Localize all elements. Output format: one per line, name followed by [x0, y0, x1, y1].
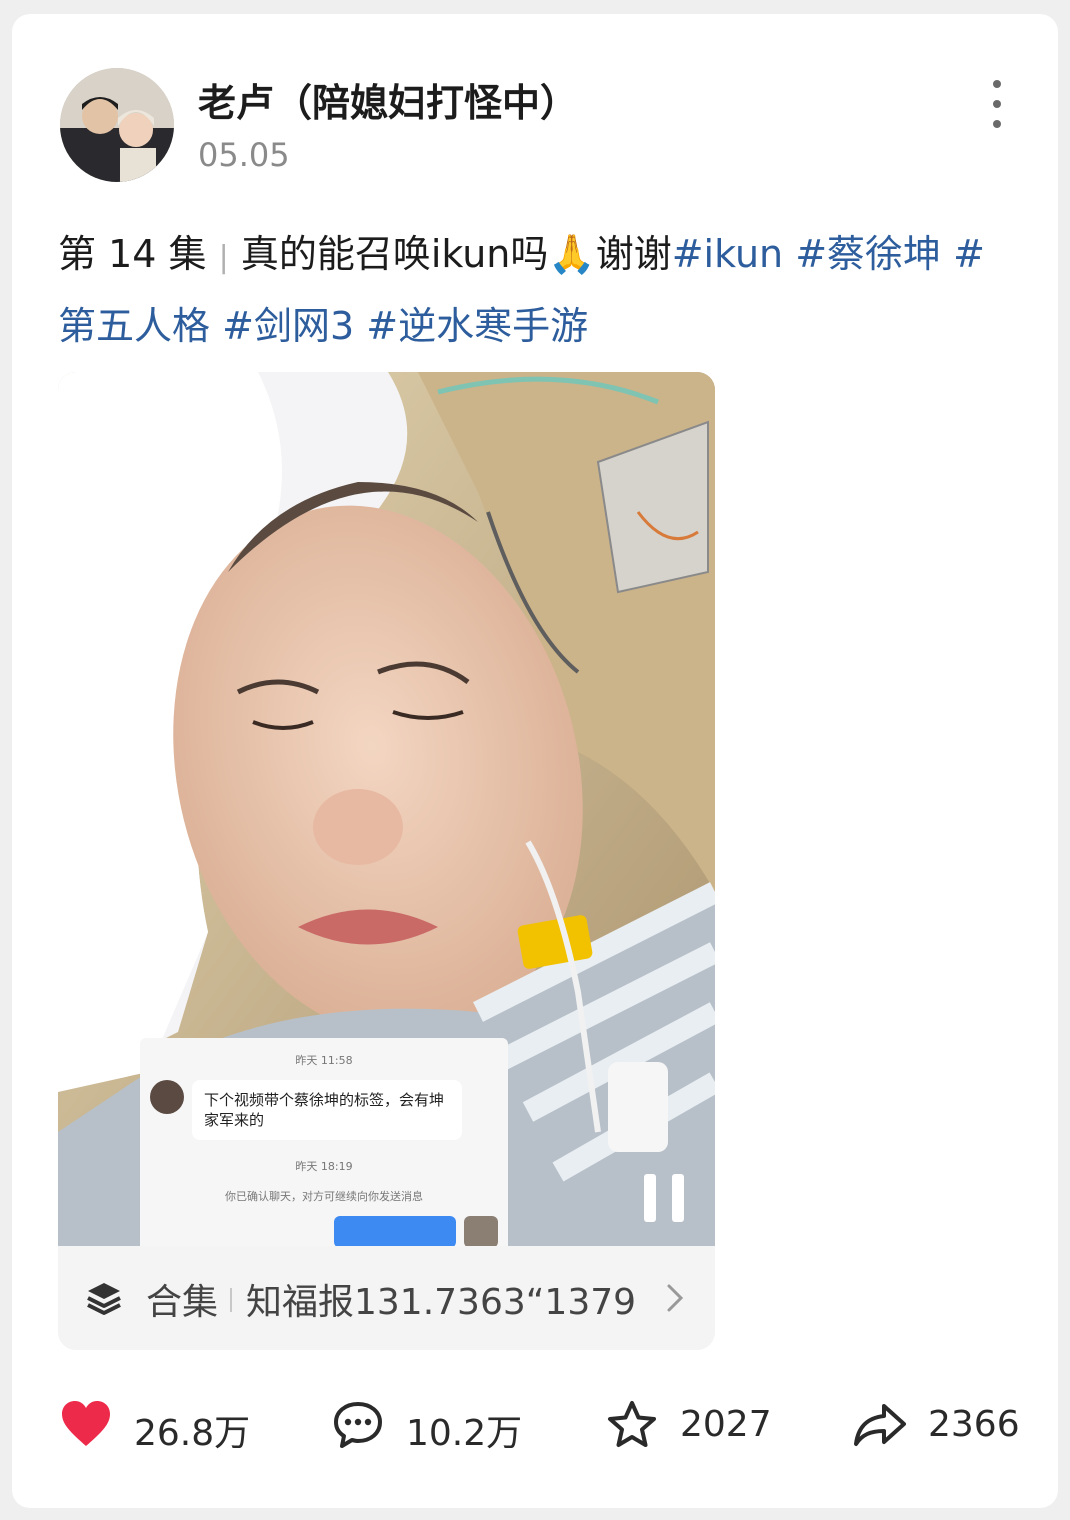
pause-icon[interactable]: [642, 1174, 686, 1222]
collection-bar[interactable]: 合集 知福报131.7363“1379: [58, 1246, 715, 1350]
video-frame[interactable]: 昨天 11:58 下个视频带个蔡徐坤的标签，会有坤家军来的 昨天 18:19 你…: [58, 372, 715, 1246]
collection-label: 合集: [146, 1282, 219, 1323]
chat-time-1: 昨天 11:58: [295, 1054, 353, 1067]
chat-sender-avatar: [150, 1080, 184, 1114]
like-button[interactable]: 26.8万: [60, 1386, 280, 1466]
hashtag-ikun[interactable]: #ikun: [672, 232, 783, 276]
chevron-right-icon: [667, 1284, 684, 1312]
post-card: 老卢（陪媳妇打怪中） 05.05 第 14 集 | 真的能召唤ikun吗🙏谢谢#…: [12, 14, 1058, 1508]
heart-icon: [62, 1401, 110, 1446]
author-name[interactable]: 老卢（陪媳妇打怪中）: [198, 72, 578, 127]
comment-count: 10.2万: [406, 1413, 523, 1454]
comment-icon: [334, 1402, 382, 1448]
caption-separator: |: [218, 240, 229, 275]
chat-message: 下个视频带个蔡徐坤的标签，会有坤家军来的: [192, 1080, 462, 1140]
post-date: 05.05: [198, 136, 290, 174]
favorite-count: 2027: [680, 1404, 772, 1445]
star-icon: [608, 1401, 656, 1447]
share-icon: [854, 1404, 906, 1446]
share-count: 2366: [928, 1404, 1020, 1445]
chat-time-2: 昨天 18:19: [295, 1160, 353, 1173]
chat-reply-avatar: [464, 1216, 498, 1246]
chat-reply-bubble: [334, 1216, 456, 1246]
comment-button[interactable]: 10.2万: [332, 1386, 552, 1466]
chat-notice: 你已确认聊天，对方可继续向你发送消息: [225, 1190, 423, 1203]
favorite-button[interactable]: 2027: [606, 1386, 806, 1466]
video-media[interactable]: 昨天 11:58 下个视频带个蔡徐坤的标签，会有坤家军来的 昨天 18:19 你…: [58, 372, 715, 1350]
hashtag-nishuihan[interactable]: #逆水寒手游: [366, 304, 588, 348]
more-icon[interactable]: [982, 76, 1012, 132]
chat-screenshot-overlay: 昨天 11:58 下个视频带个蔡徐坤的标签，会有坤家军来的 昨天 18:19 你…: [140, 1038, 508, 1246]
collection-divider: [230, 1288, 232, 1312]
layers-icon: [87, 1283, 121, 1315]
hashtag-jx3[interactable]: #剑网3: [222, 304, 354, 348]
share-button[interactable]: 2366: [852, 1386, 1042, 1466]
avatar-photo: [60, 68, 174, 182]
post-caption: 第 14 集 | 真的能召唤ikun吗🙏谢谢#ikun #蔡徐坤 #第五人格 #…: [58, 220, 998, 360]
episode-label: 第 14 集: [58, 232, 207, 276]
hashtag-caixukun[interactable]: #蔡徐坤: [795, 232, 941, 276]
engagement-bar: 26.8万 10.2万 2027 2366: [12, 1386, 1058, 1466]
like-count: 26.8万: [134, 1413, 251, 1454]
caption-text: 真的能召唤ikun吗🙏谢谢: [240, 232, 672, 276]
collection-title: 知福报131.7363“1379: [246, 1282, 637, 1323]
avatar[interactable]: [60, 68, 174, 182]
